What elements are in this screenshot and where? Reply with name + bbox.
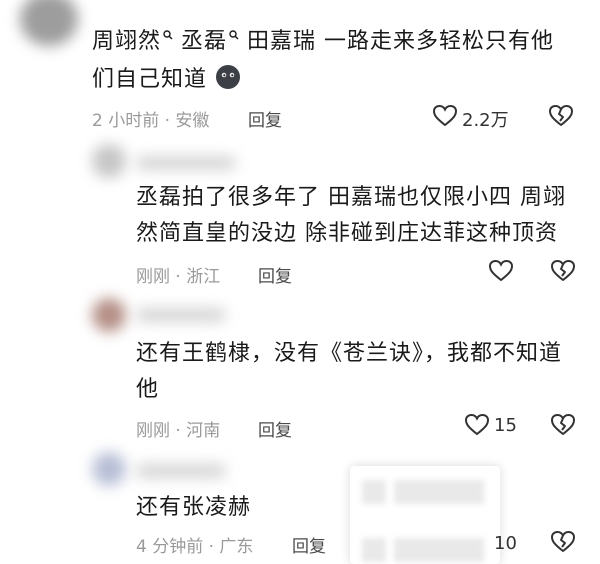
heart-outline-icon[interactable] [432, 104, 458, 128]
comment-meta: 刚刚 · 河南 [136, 421, 221, 441]
blurred-content [362, 480, 386, 504]
like-count: 2.2万 [462, 110, 509, 131]
comment-text-line: 还有张凌赫 [136, 495, 252, 520]
like-count: 15 [494, 415, 517, 436]
magnifier-icon [229, 29, 239, 40]
magnifier-icon [163, 29, 173, 40]
like-count: 10 [494, 533, 517, 554]
comment-text-line: 他 [136, 377, 160, 402]
blurred-content [394, 480, 484, 504]
broken-heart-icon[interactable] [548, 104, 574, 128]
comment-text-line: 丞磊拍了很多年了 田嘉瑞也仅限小四 周翊 [136, 185, 566, 210]
overlay-popup [350, 466, 500, 564]
comment-meta: 刚刚 · 浙江 [136, 267, 221, 287]
broken-heart-icon[interactable] [550, 259, 576, 283]
mention-link[interactable]: 周翊然 [92, 29, 161, 54]
heart-outline-icon[interactable] [488, 259, 514, 283]
avatar[interactable] [92, 452, 126, 486]
comment-text-line: 们自己知道 [92, 62, 241, 98]
username[interactable] [136, 308, 226, 322]
username[interactable] [136, 464, 226, 478]
mention-link[interactable]: 丞磊 [181, 29, 227, 54]
comment-text: 周翊然 丞磊 田嘉瑞 一路走来多轻松只有他 [92, 24, 592, 60]
reply-button[interactable]: 回复 [248, 106, 282, 131]
dark-face-emoji-icon [215, 64, 241, 90]
comment-text-body: 田嘉瑞 一路走来多轻松只有他 [247, 29, 555, 54]
heart-outline-icon[interactable] [464, 413, 490, 437]
comment-text-line: 然简直皇的没边 除非碰到庄达菲这种顶资 [136, 221, 558, 246]
avatar[interactable] [20, 0, 78, 46]
reply-button[interactable]: 回复 [258, 416, 292, 441]
reply-button[interactable]: 回复 [292, 532, 326, 557]
reply-button[interactable]: 回复 [258, 262, 292, 287]
avatar[interactable] [92, 144, 126, 178]
broken-heart-icon[interactable] [550, 413, 576, 437]
broken-heart-icon[interactable] [550, 530, 576, 554]
blurred-content [394, 538, 484, 562]
username[interactable] [136, 156, 236, 170]
comment-meta: 4 分钟前 · 广东 [136, 537, 254, 557]
blurred-content [362, 538, 386, 562]
comment-text-body: 们自己知道 [92, 67, 208, 92]
avatar[interactable] [92, 298, 126, 332]
comment-meta: 2 小时前 · 安徽 [92, 111, 210, 131]
comment-text-line: 还有王鹤棣，没有《苍兰诀》，我都不知道 [136, 341, 563, 366]
